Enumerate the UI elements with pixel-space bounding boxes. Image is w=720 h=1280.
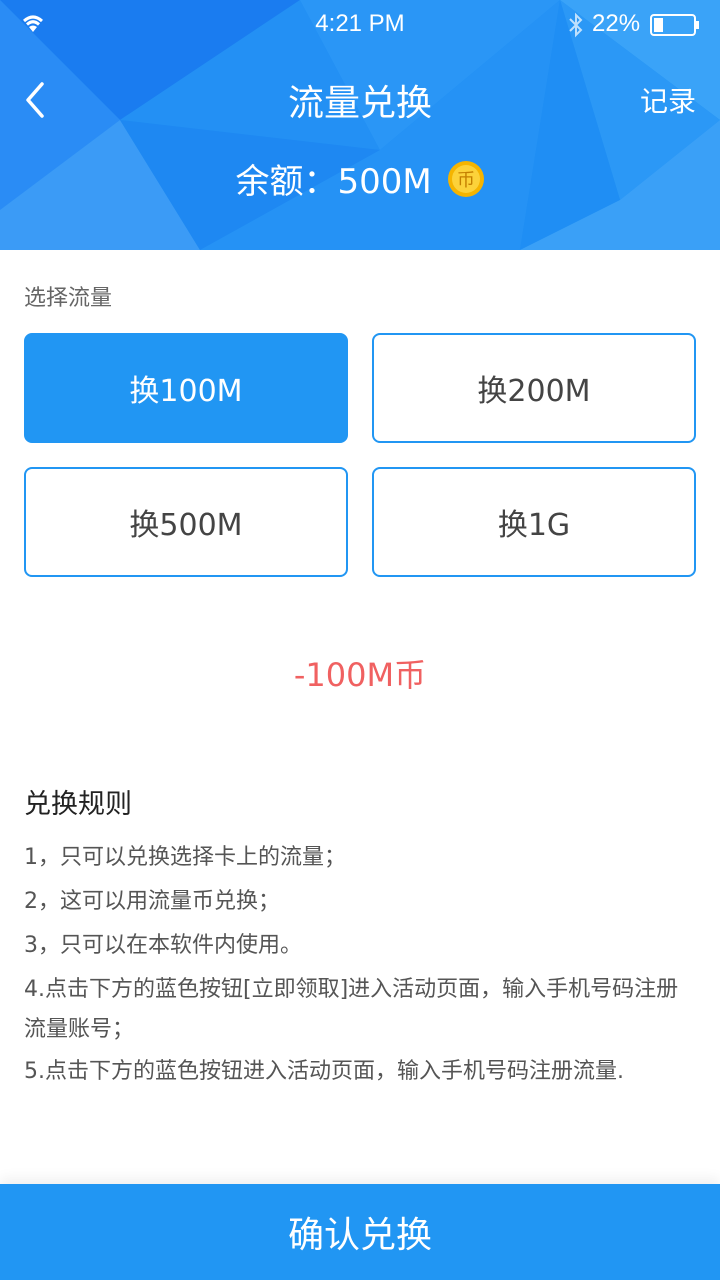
cost-text: -100M币: [293, 656, 427, 694]
rules-title: 兑换规则: [24, 789, 132, 820]
rule-item: 5.点击下方的蓝色按钮进入活动页面，输入手机号码注册流量.: [24, 1059, 624, 1084]
status-bar: 4:21 PM 22%: [0, 0, 720, 50]
rule-item: 3，只可以在本软件内使用。: [24, 933, 302, 958]
battery-percent: 22%: [592, 10, 641, 37]
header: 4:21 PM 22% 流量兑换 记录 余额：500M 币: [0, 0, 720, 250]
option-500m[interactable]: 换500M: [24, 467, 348, 577]
option-200m[interactable]: 换200M: [372, 333, 696, 443]
battery-icon: [650, 14, 699, 36]
coin-glyph: 币: [457, 170, 475, 191]
select-flow-label: 选择流量: [24, 286, 113, 311]
balance-row: 余额：500M 币: [0, 154, 720, 203]
confirm-exchange-button[interactable]: 确认兑换: [0, 1184, 720, 1280]
record-link[interactable]: 记录: [640, 80, 696, 120]
balance-text: 余额：500M: [235, 162, 432, 202]
rule-item: 2，这可以用流量币兑换；: [24, 889, 280, 914]
page-title: 流量兑换: [287, 83, 432, 124]
coin-icon: 币: [447, 160, 484, 197]
rule-item: 1，只可以兑换选择卡上的流量；: [24, 845, 346, 870]
rules-list: 1，只可以兑换选择卡上的流量； 2，这可以用流量币兑换； 3，只可以在本软件内使…: [24, 836, 700, 1094]
bluetooth-icon: [569, 12, 583, 38]
option-1g[interactable]: 换1G: [372, 467, 696, 577]
option-100m[interactable]: 换100M: [24, 333, 348, 443]
rule-item: 4.点击下方的蓝色按钮[立即领取]进入活动页面，输入手机号码注册流量账号；: [24, 977, 679, 1042]
